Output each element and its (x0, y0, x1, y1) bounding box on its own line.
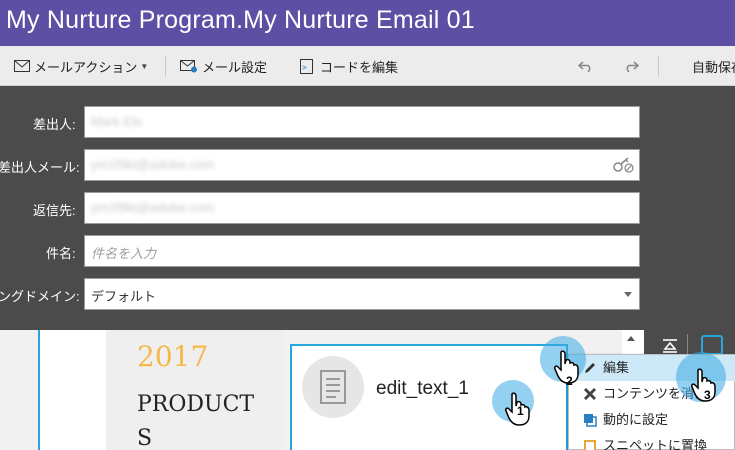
subject-input[interactable]: 件名を入力 (84, 235, 640, 267)
svg-text:>: > (302, 63, 307, 72)
mail-settings-label: メール設定 (202, 59, 268, 75)
scroll-up-arrow-icon[interactable] (627, 336, 635, 341)
menu-item-make-dynamic[interactable]: 動的に設定 (569, 407, 735, 433)
panel-divider (687, 334, 688, 356)
x-icon (583, 387, 597, 401)
sender-row: 差出人: Mark Elo (0, 106, 735, 138)
snippet-icon (584, 440, 596, 450)
reply-to-value: ym1f9kt@adobe.com (91, 200, 215, 215)
callout-number-3: 3 (704, 388, 711, 402)
domain-label: ングドメイン: (0, 289, 80, 304)
editor-toolbar: メールアクション ▼ メール設定 > コードを編集 自動保存 (0, 46, 735, 86)
dynamic-icon (584, 414, 597, 427)
key-icon[interactable] (613, 157, 635, 173)
undo-icon (578, 61, 591, 72)
reply-to-field[interactable]: ym1f9kt@adobe.com (84, 192, 640, 224)
menu-item-replace-snippet[interactable]: スニペットに置換 (569, 433, 735, 450)
subject-label: 件名: (46, 246, 76, 261)
dropdown-arrow-icon (624, 292, 632, 297)
reply-to-label: 返信先: (33, 203, 76, 218)
redo-icon (626, 61, 639, 72)
window-title: My Nurture Program.My Nurture Email 01 (6, 6, 475, 34)
email-header-form: 差出人: Mark Elo 差出人メール: ym1f9kt@adobe.com … (0, 86, 735, 330)
sender-field[interactable]: Mark Elo (84, 106, 640, 138)
sender-email-value: ym1f9kt@adobe.com (91, 157, 215, 172)
products-heading: PRODUCTS (137, 392, 255, 450)
toolbar-divider (658, 56, 659, 76)
menu-item-label: 編集 (603, 360, 630, 375)
mail-action-label: メールアクション (34, 59, 138, 75)
edit-code-label: コードを編集 (320, 59, 399, 75)
autosave-toggle[interactable]: 自動保存 (692, 57, 735, 75)
caret-down-icon: ▼ (140, 61, 149, 71)
menu-item-label: スニペットに置換 (603, 438, 708, 450)
edit-text-label: edit_text_1 (376, 378, 469, 399)
domain-value: デフォルト (91, 289, 157, 304)
canvas-margin (40, 330, 106, 450)
reply-to-row: 返信先: ym1f9kt@adobe.com (0, 192, 735, 224)
email-canvas: 2017 PRODUCTS edit_text_1 編集 コンテンツを消去 動的… (0, 330, 735, 450)
mail-action-menu[interactable]: メールアクション ▼ (14, 57, 148, 75)
sender-email-row: 差出人メール: ym1f9kt@adobe.com (0, 149, 735, 181)
undo-button[interactable] (578, 57, 598, 75)
domain-row: ングドメイン: デフォルト (0, 278, 735, 310)
window-titlebar: My Nurture Program.My Nurture Email 01 (0, 0, 735, 46)
code-file-icon: > (300, 58, 313, 74)
edit-code-button[interactable]: > コードを編集 (300, 57, 398, 75)
autosave-label: 自動保存 (692, 59, 735, 75)
document-icon (302, 356, 364, 418)
collapse-top-icon[interactable] (662, 338, 678, 354)
year-text: 2017 (137, 340, 209, 373)
sender-email-field[interactable]: ym1f9kt@adobe.com (84, 149, 640, 181)
callout-number-2: 2 (566, 374, 573, 388)
envelope-settings-icon (180, 59, 197, 72)
menu-item-label: 動的に設定 (603, 412, 669, 427)
sender-value: Mark Elo (91, 114, 143, 129)
sender-label: 差出人: (33, 117, 76, 132)
mail-settings-button[interactable]: メール設定 (180, 57, 267, 75)
envelope-icon (14, 60, 30, 72)
redo-button[interactable] (623, 57, 643, 75)
subject-row: 件名: 件名を入力 (0, 235, 735, 267)
sender-email-label: 差出人メール: (0, 160, 80, 175)
callout-number-1: 1 (517, 404, 524, 418)
domain-select[interactable]: デフォルト (84, 278, 640, 310)
toolbar-divider (165, 56, 166, 76)
subject-placeholder: 件名を入力 (91, 246, 157, 261)
